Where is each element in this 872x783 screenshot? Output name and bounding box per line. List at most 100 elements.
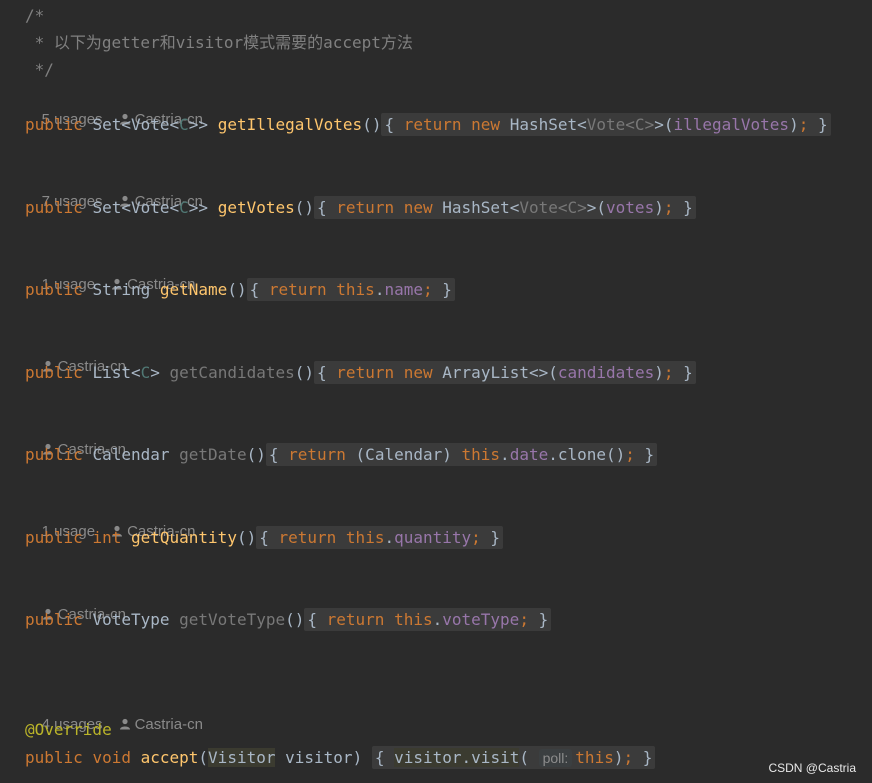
folded-block[interactable]: { return new HashSet<Vote<C>>(votes); } bbox=[314, 196, 696, 219]
field-ref: voteType bbox=[442, 610, 520, 629]
body-type: HashSet< bbox=[509, 115, 587, 134]
method-name[interactable]: getVotes bbox=[218, 198, 295, 217]
method-name[interactable]: accept bbox=[141, 748, 199, 767]
keyword-new: new bbox=[403, 198, 433, 217]
code-line-getDate[interactable]: public Calendar getDate(){ return (Calen… bbox=[25, 442, 658, 468]
field-ref: illegalVotes bbox=[673, 115, 790, 134]
params: () bbox=[362, 115, 382, 134]
params: () bbox=[236, 528, 257, 547]
comment-close: */ bbox=[25, 60, 54, 79]
params: () bbox=[294, 363, 315, 382]
keyword-public: public bbox=[25, 748, 83, 767]
keyword-this: this bbox=[345, 528, 385, 547]
method-call: .clone() bbox=[548, 445, 626, 464]
folded-block[interactable]: { visitor.visit( poll: this); } bbox=[371, 746, 656, 769]
field-ref: date bbox=[509, 445, 549, 464]
keyword-public: public bbox=[25, 198, 83, 217]
method-name[interactable]: getDate bbox=[179, 445, 246, 464]
method-name[interactable]: getVoteType bbox=[179, 610, 285, 629]
param-hint: poll: bbox=[538, 749, 573, 767]
keyword-this: this bbox=[336, 280, 375, 299]
return-type: Set<Vote< bbox=[92, 115, 180, 134]
codevision-getVotes[interactable]: 7 usages Castria-cn bbox=[25, 169, 203, 210]
code-line-getCandidates[interactable]: public List<C> getCandidates(){ return n… bbox=[25, 360, 696, 386]
code-line-getVoteType[interactable]: public VoteType getVoteType(){ return th… bbox=[25, 607, 552, 633]
params: () bbox=[246, 445, 266, 464]
keyword-return: return bbox=[278, 528, 337, 547]
params: () bbox=[294, 198, 315, 217]
keyword-return: return bbox=[336, 363, 395, 382]
method-name[interactable]: getName bbox=[160, 280, 227, 299]
return-type-close: >> bbox=[188, 115, 209, 134]
keyword-return: return bbox=[403, 115, 462, 134]
param-name: visitor bbox=[285, 748, 353, 767]
object-ref: visitor bbox=[394, 748, 462, 767]
codevision-getDate[interactable]: Castria-cn bbox=[25, 417, 126, 458]
codevision-getCandidates[interactable]: Castria-cn bbox=[25, 334, 126, 375]
field-ref: candidates bbox=[557, 363, 655, 382]
keyword-return: return bbox=[326, 610, 385, 629]
folded-block[interactable]: { return new ArrayList<>(candidates); } bbox=[314, 361, 696, 384]
keyword-public: public bbox=[25, 115, 83, 134]
keyword-this: this bbox=[394, 610, 433, 629]
type-param: C bbox=[179, 198, 189, 217]
return-type-close: > bbox=[150, 363, 160, 382]
params: () bbox=[227, 280, 247, 299]
keyword-new: new bbox=[471, 115, 501, 134]
keyword-this: this bbox=[575, 748, 614, 767]
comment-open: /* bbox=[25, 6, 45, 25]
method-name[interactable]: getQuantity bbox=[131, 528, 237, 547]
method-call: visit bbox=[471, 748, 520, 767]
keyword-return: return bbox=[268, 280, 327, 299]
method-name[interactable]: getIllegalVotes bbox=[218, 115, 363, 134]
code-line-getIllegalVotes[interactable]: public Set<Vote<C>> getIllegalVotes(){ r… bbox=[25, 112, 831, 138]
folded-block[interactable]: { return this.quantity; } bbox=[256, 526, 504, 549]
codevision-getVoteType[interactable]: Castria-cn bbox=[25, 582, 126, 623]
return-type: void bbox=[92, 748, 131, 767]
watermark: CSDN @Castria bbox=[768, 761, 856, 775]
keyword-public: public bbox=[25, 445, 83, 464]
code-line-accept[interactable]: public void accept(Visitor visitor) { vi… bbox=[25, 745, 656, 771]
code-line-getQuantity[interactable]: public int getQuantity(){ return this.qu… bbox=[25, 525, 504, 551]
codevision-accept[interactable]: 4 usages Castria-cn bbox=[25, 692, 203, 733]
body-paren: >( bbox=[654, 115, 674, 134]
keyword-return: return bbox=[336, 198, 395, 217]
return-type: int bbox=[92, 528, 122, 547]
body-paren-close: ) bbox=[654, 363, 664, 382]
folded-block[interactable]: { return (Calendar) this.date.clone(); } bbox=[265, 443, 658, 466]
annotation-override: @Override bbox=[25, 720, 112, 739]
folded-block[interactable]: { return new HashSet<Vote<C>>(illegalVot… bbox=[381, 113, 831, 136]
return-type: VoteType bbox=[92, 610, 170, 629]
type-param: C bbox=[140, 363, 151, 382]
code-line-getName[interactable]: public String getName(){ return this.nam… bbox=[25, 277, 455, 303]
codevision-getName[interactable]: 1 usage Castria-cn bbox=[25, 252, 196, 293]
body-paren-close: ) bbox=[789, 115, 799, 134]
body-type: HashSet< bbox=[442, 198, 520, 217]
field-ref: votes bbox=[606, 198, 655, 217]
body-type: ArrayList<>( bbox=[442, 363, 558, 382]
keyword-public: public bbox=[25, 280, 83, 299]
return-type-close: >> bbox=[188, 198, 209, 217]
param-type: Visitor bbox=[208, 748, 276, 767]
code-line-getVotes[interactable]: public Set<Vote<C>> getVotes(){ return n… bbox=[25, 195, 696, 221]
cast-expression: (Calendar) bbox=[355, 445, 452, 464]
return-type: String bbox=[92, 280, 151, 299]
codevision-getQuantity[interactable]: 1 usage Castria-cn bbox=[25, 499, 196, 540]
keyword-return: return bbox=[288, 445, 346, 464]
return-type: Set<Vote< bbox=[92, 198, 180, 217]
method-name[interactable]: getCandidates bbox=[170, 363, 295, 382]
comment-text: * 以下为getter和visitor模式需要的accept方法 bbox=[25, 33, 413, 52]
body-paren: >( bbox=[586, 198, 607, 217]
keyword-new: new bbox=[403, 363, 433, 382]
type-param: C bbox=[179, 115, 189, 134]
folded-block[interactable]: { return this.name; } bbox=[246, 278, 455, 301]
body-paren-close: ) bbox=[654, 198, 664, 217]
codevision-getIllegalVotes[interactable]: 5 usages Castria-cn bbox=[25, 87, 203, 128]
keyword-this: this bbox=[461, 445, 501, 464]
author-link[interactable]: Castria-cn bbox=[135, 716, 203, 733]
code-editor[interactable]: /* * 以下为getter和visitor模式需要的accept方法 */ 5… bbox=[0, 0, 872, 783]
field-ref: name bbox=[384, 280, 423, 299]
keyword-public: public bbox=[25, 528, 83, 547]
params: () bbox=[285, 610, 305, 629]
folded-block[interactable]: { return this.voteType; } bbox=[304, 608, 552, 631]
